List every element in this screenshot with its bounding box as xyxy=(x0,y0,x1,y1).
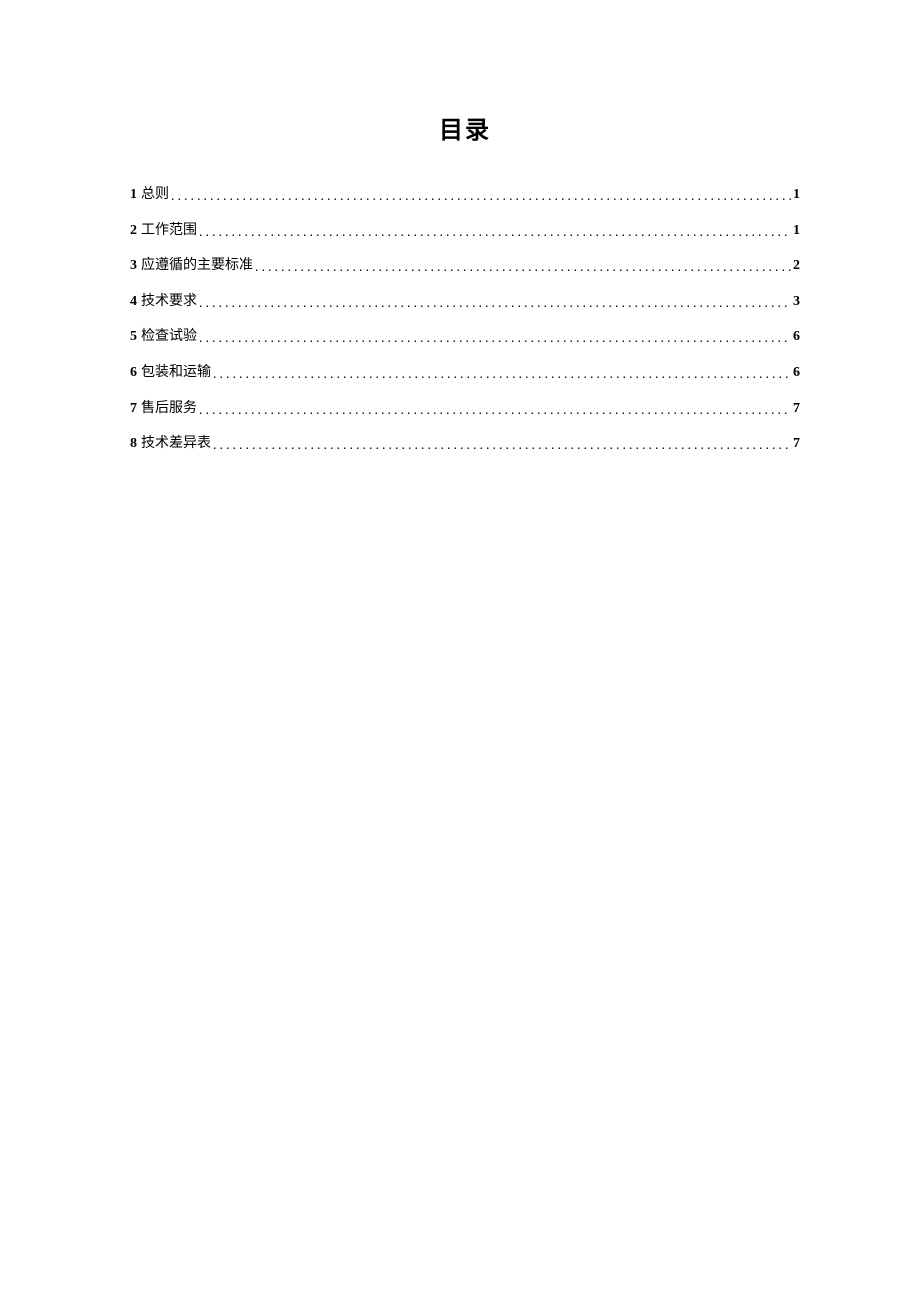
toc-entry-page: 1 xyxy=(791,185,800,205)
toc-list: 1 总则 1 2 工作范围 1 3 应遵循的主要标准 2 4 技术要求 3 5 … xyxy=(130,185,800,454)
toc-entry-label: 总则 xyxy=(141,185,169,205)
toc-entry: 8 技术差异表 7 xyxy=(130,434,800,454)
toc-leader-dots xyxy=(253,258,791,278)
toc-entry-label: 应遵循的主要标准 xyxy=(141,256,253,276)
toc-leader-dots xyxy=(197,329,791,349)
toc-entry-page: 7 xyxy=(791,434,800,454)
toc-leader-dots xyxy=(197,223,791,243)
toc-entry-page: 7 xyxy=(791,399,800,419)
toc-entry-number: 8 xyxy=(130,434,137,454)
toc-title: 目录 xyxy=(130,110,800,145)
toc-entry: 5 检查试验 6 xyxy=(130,327,800,347)
toc-entry-label: 技术差异表 xyxy=(141,434,211,454)
toc-entry-page: 6 xyxy=(791,363,800,383)
toc-entry-number: 3 xyxy=(130,256,137,276)
toc-entry-number: 7 xyxy=(130,399,137,419)
toc-entry-label: 工作范围 xyxy=(141,221,197,241)
toc-leader-dots xyxy=(197,294,791,314)
toc-entry-label: 售后服务 xyxy=(141,399,197,419)
toc-entry-page: 3 xyxy=(791,292,800,312)
toc-entry: 7 售后服务 7 xyxy=(130,399,800,419)
toc-leader-dots xyxy=(197,401,791,421)
toc-entry-number: 5 xyxy=(130,327,137,347)
toc-leader-dots xyxy=(211,436,791,456)
toc-entry-page: 6 xyxy=(791,327,800,347)
toc-entry: 1 总则 1 xyxy=(130,185,800,205)
toc-entry: 2 工作范围 1 xyxy=(130,221,800,241)
toc-entry-page: 2 xyxy=(791,256,800,276)
toc-entry-label: 技术要求 xyxy=(141,292,197,312)
toc-entry-label: 检查试验 xyxy=(141,327,197,347)
toc-entry-number: 4 xyxy=(130,292,137,312)
toc-leader-dots xyxy=(211,365,791,385)
page-container: 目录 1 总则 1 2 工作范围 1 3 应遵循的主要标准 2 4 技术要求 3… xyxy=(0,0,920,454)
toc-entry: 3 应遵循的主要标准 2 xyxy=(130,256,800,276)
toc-entry-number: 1 xyxy=(130,185,137,205)
toc-entry-number: 6 xyxy=(130,363,137,383)
toc-entry-label: 包装和运输 xyxy=(141,363,211,383)
toc-entry-page: 1 xyxy=(791,221,800,241)
toc-entry: 6 包装和运输 6 xyxy=(130,363,800,383)
toc-leader-dots xyxy=(169,187,791,207)
toc-entry-number: 2 xyxy=(130,221,137,241)
toc-entry: 4 技术要求 3 xyxy=(130,292,800,312)
